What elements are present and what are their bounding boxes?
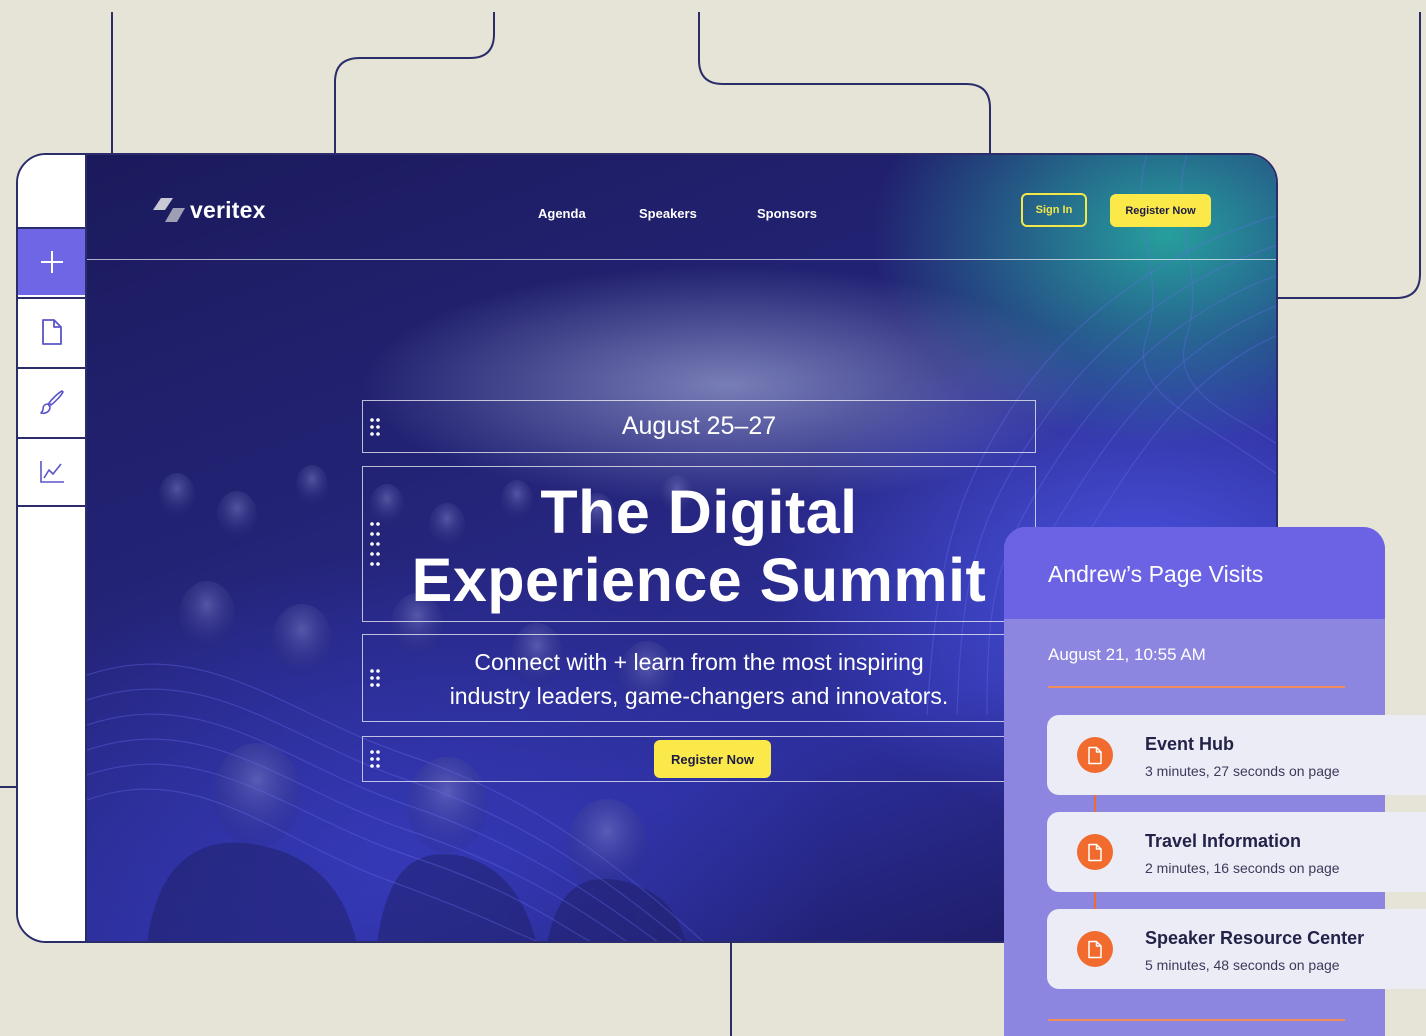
brush-icon [39,390,64,415]
chart-line-icon [39,461,64,483]
event-subtitle-line-1: Connect with + learn from the most inspi… [474,649,924,675]
visit-duration: 5 minutes, 48 seconds on page [1145,957,1340,973]
visit-page-name: Travel Information [1145,831,1302,851]
nav-link-sponsors[interactable]: Sponsors [757,206,817,221]
event-title-line-2: Experience Summit [411,546,987,614]
visit-duration: 3 minutes, 27 seconds on page [1145,763,1340,779]
event-title: The Digital Experience Summit [363,467,1035,614]
visit-page-name: Event Hub [1145,734,1235,754]
drag-handle-icon[interactable] [368,520,382,568]
visit-item[interactable]: Travel Information 2 minutes, 16 seconds… [1047,812,1426,892]
nav-link-agenda[interactable]: Agenda [538,206,586,221]
event-date: August 25–27 [621,412,777,440]
analytics-tool[interactable] [18,437,85,507]
event-subtitle: Connect with + learn from the most inspi… [363,635,1035,713]
date-block[interactable]: August 25–27 [362,400,1036,453]
site-header: veritex Agenda Speakers Sponsors Sign In… [87,155,1276,260]
visit-timestamp: August 21, 10:55 AM [1048,645,1206,664]
visit-duration: 2 minutes, 16 seconds on page [1145,860,1340,876]
add-element-tool[interactable] [18,227,85,295]
drag-handle-icon[interactable] [368,416,382,438]
veritex-logo-icon [153,198,185,222]
drag-handle-icon[interactable] [368,748,382,770]
cta-block[interactable]: Register Now [362,736,1036,782]
plus-icon [40,251,63,273]
nav-link-speakers[interactable]: Speakers [639,206,697,221]
hero-register-button[interactable]: Register Now [654,740,771,778]
brand-logo[interactable]: veritex [153,196,266,224]
header-register-button[interactable]: Register Now [1110,194,1211,227]
subtitle-block[interactable]: Connect with + learn from the most inspi… [362,634,1036,722]
visit-page-name: Speaker Resource Center [1145,928,1365,948]
sign-in-button[interactable]: Sign In [1021,193,1087,227]
page-icon [41,319,62,345]
page-icon [1077,834,1113,870]
visit-item[interactable]: Speaker Resource Center 5 minutes, 48 se… [1047,909,1426,989]
pages-tool[interactable] [18,297,85,365]
visit-item[interactable]: Event Hub 3 minutes, 27 seconds on page [1047,715,1426,795]
design-tool[interactable] [18,367,85,435]
brand-name: veritex [190,196,266,223]
page-icon [1077,737,1113,773]
event-title-line-1: The Digital [540,478,858,546]
drag-handle-icon[interactable] [368,667,382,689]
panel-title: Andrew’s Page Visits [1004,527,1385,619]
builder-toolbar [18,155,87,941]
panel-divider [1048,1019,1345,1021]
title-block[interactable]: The Digital Experience Summit [362,466,1036,622]
page-visits-panel: Andrew’s Page Visits August 21, 10:55 AM… [1004,527,1426,1036]
panel-divider [1048,686,1345,688]
page-icon [1077,931,1113,967]
event-subtitle-line-2: industry leaders, game-changers and inno… [449,683,949,709]
